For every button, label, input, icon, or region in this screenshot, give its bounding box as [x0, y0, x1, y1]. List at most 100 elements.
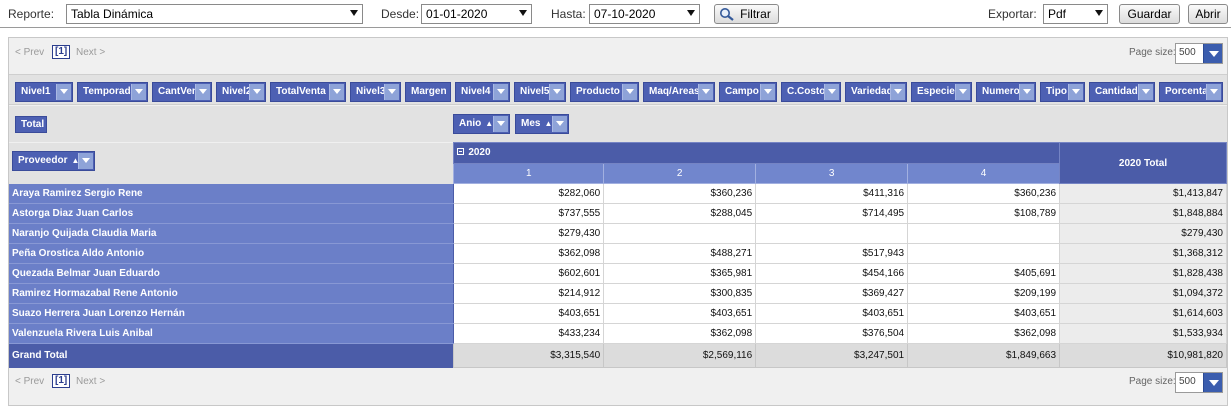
data-cell — [907, 243, 1061, 264]
data-cell — [907, 223, 1061, 244]
table-row: Peña Orostica Aldo Antonio $362,098 $488,2… — [9, 243, 1227, 264]
grand-total-cell: $2,569,116 — [603, 343, 757, 368]
sort-ascending-icon: ▲ — [485, 119, 494, 128]
column-field-anio[interactable]: Anio ▲ — [453, 114, 510, 134]
hasta-label: Hasta: — [551, 7, 586, 21]
page-size-select[interactable]: 500 — [1175, 372, 1223, 393]
column-field-anio-label: Anio — [459, 118, 482, 129]
filter-field-nivel5[interactable]: Nivel5 — [514, 82, 566, 102]
desde-date-select[interactable]: 01-01-2020 — [421, 4, 532, 24]
pager-page-1[interactable]: [1] — [52, 45, 71, 59]
filtrar-label: Filtrar — [740, 7, 771, 21]
column-header-month[interactable]: 2 — [603, 162, 757, 184]
row-header-proveedor[interactable]: Astorga Diaz Juan Carlos — [9, 203, 455, 224]
filter-field-numero[interactable]: Numero — [976, 82, 1036, 102]
pager-next-link[interactable]: Next > — [76, 376, 105, 387]
data-cell: $602,601 — [453, 263, 605, 284]
filter-field-temporada[interactable]: Temporada — [77, 82, 148, 102]
pager-page-1[interactable]: [1] — [52, 374, 71, 388]
pager-top: < Prev [1] Next > Page size: 500 — [9, 38, 1227, 68]
chevron-down-icon — [1203, 44, 1222, 63]
filter-field-nivel1[interactable]: Nivel1 — [15, 82, 73, 102]
filter-field-totalventa[interactable]: TotalVenta — [270, 82, 346, 102]
filter-field-tipo[interactable]: Tipo — [1040, 82, 1085, 102]
pager-next-link[interactable]: Next > — [76, 47, 105, 58]
table-row: Naranjo Quijada Claudia Maria $279,430 $27… — [9, 223, 1227, 244]
row-header-proveedor[interactable]: Peña Orostica Aldo Antonio — [9, 243, 455, 264]
chevron-down-icon — [384, 84, 399, 100]
table-row: Quezada Belmar Juan Eduardo $602,601 $365,… — [9, 263, 1227, 284]
column-header-month[interactable]: 3 — [755, 162, 909, 184]
filter-field-nivel2[interactable]: Nivel2 — [216, 82, 266, 102]
filter-field-label: CantVen — [158, 86, 199, 97]
filter-fields-area: Nivel1 Temporada CantVen Nivel2 TotalVenta Ni… — [9, 74, 1227, 105]
filter-field-label: C.Costo — [787, 86, 826, 97]
filtrar-button[interactable]: Filtrar — [714, 4, 779, 24]
data-cell: $209,199 — [907, 283, 1061, 304]
exportar-format-value: Pdf — [1048, 7, 1067, 21]
row-field-proveedor-label: Proveedor — [18, 154, 68, 166]
data-cell: $214,912 — [453, 283, 605, 304]
row-header-proveedor[interactable]: Suazo Herrera Juan Lorenzo Hernán — [9, 303, 455, 324]
filter-field-label: Nivel1 — [21, 86, 51, 97]
filter-field-label: Numero — [982, 86, 1020, 97]
guardar-button[interactable]: Guardar — [1119, 4, 1180, 24]
abrir-label: Abrir — [1195, 7, 1221, 21]
column-header-month[interactable]: 4 — [907, 162, 1061, 184]
column-field-mes[interactable]: Mes ▲ — [515, 114, 569, 134]
filter-field-nivel3[interactable]: Nivel3 — [350, 82, 401, 102]
data-cell: $365,981 — [603, 263, 757, 284]
exportar-format-select[interactable]: Pdf — [1043, 4, 1108, 24]
filter-field-nivel4[interactable]: Nivel4 — [455, 82, 510, 102]
abrir-button[interactable]: Abrir — [1188, 4, 1228, 24]
guardar-label: Guardar — [1127, 7, 1172, 21]
collapse-icon[interactable] — [457, 148, 465, 156]
pager-bottom: < Prev [1] Next > Page size: 500 — [9, 367, 1227, 397]
row-total-cell: $1,848,884 — [1059, 203, 1227, 224]
data-cell: $360,236 — [603, 183, 757, 204]
data-cell: $403,651 — [755, 303, 909, 324]
filter-field-cantidad[interactable]: Cantidad — [1089, 82, 1155, 102]
row-field-area: Proveedor ▲ — [9, 142, 454, 184]
filter-field-margen[interactable]: Margen — [405, 82, 451, 102]
column-header-month[interactable]: 1 — [453, 162, 605, 184]
row-header-proveedor[interactable]: Valenzuela Rivera Luis Anibal — [9, 323, 455, 344]
page-size-select[interactable]: 500 — [1175, 43, 1223, 64]
column-header-year[interactable]: 2020 — [453, 142, 1061, 164]
row-header-proveedor[interactable]: Araya Ramirez Sergio Rene — [9, 183, 455, 204]
data-cell: $411,316 — [755, 183, 909, 204]
year-label: 2020 — [468, 147, 491, 159]
pager-prev-link[interactable]: < Prev — [15, 376, 44, 387]
row-total-cell: $1,094,372 — [1059, 283, 1227, 304]
chevron-down-icon — [890, 84, 905, 100]
filter-field-label: Producto — [576, 86, 620, 97]
filter-field-c-costo[interactable]: C.Costo — [781, 82, 841, 102]
filter-field-producto[interactable]: Producto — [570, 82, 639, 102]
chevron-down-icon — [1095, 10, 1103, 16]
row-field-proveedor[interactable]: Proveedor ▲ — [12, 150, 95, 171]
row-header-proveedor[interactable]: Ramirez Hormazabal Rene Antonio — [9, 283, 455, 304]
reporte-select[interactable]: Tabla Dinámica — [66, 4, 363, 24]
filter-field-cantven[interactable]: CantVen — [152, 82, 212, 102]
chevron-down-icon — [687, 10, 695, 16]
row-total-cell: $1,533,934 — [1059, 323, 1227, 344]
chevron-down-icon — [824, 84, 839, 100]
chevron-down-icon — [1138, 84, 1153, 100]
hasta-date-select[interactable]: 07-10-2020 — [589, 4, 700, 24]
row-header-proveedor[interactable]: Quezada Belmar Juan Eduardo — [9, 263, 455, 284]
filter-field-campo[interactable]: Campo — [719, 82, 777, 102]
data-field-total[interactable]: Total — [15, 116, 47, 133]
chevron-down-icon — [1206, 84, 1221, 100]
pager-prev-link[interactable]: < Prev — [15, 47, 44, 58]
data-cell: $403,651 — [453, 303, 605, 324]
row-header-proveedor[interactable]: Naranjo Quijada Claudia Maria — [9, 223, 455, 244]
chevron-down-icon — [549, 84, 564, 100]
row-total-cell: $279,430 — [1059, 223, 1227, 244]
filter-field-especie[interactable]: Especie — [911, 82, 972, 102]
filter-field-variedad[interactable]: Variedad — [845, 82, 907, 102]
filter-field-maq-areas[interactable]: Maq/Areas — [643, 82, 715, 102]
data-cell: $362,098 — [907, 323, 1061, 344]
reporte-select-value: Tabla Dinámica — [71, 7, 154, 21]
filter-field-porcentaje[interactable]: Porcentaje — [1159, 82, 1223, 102]
grand-total-cell: $1,849,663 — [907, 343, 1061, 368]
